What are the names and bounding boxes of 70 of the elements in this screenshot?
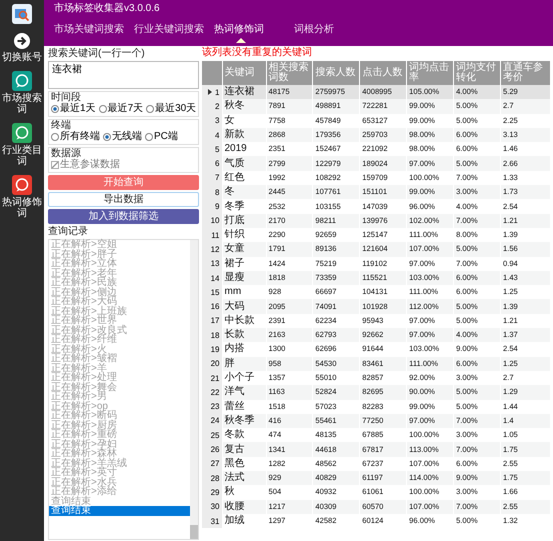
group-label: 搜索关键词(一行一个) [48, 48, 146, 59]
row-number: 16 [202, 299, 222, 314]
sidebar-item[interactable]: 热词修饰词 [1, 197, 43, 219]
row-number: 7 [202, 170, 222, 186]
row-number: 12 [202, 242, 222, 257]
row-number: 5 [202, 142, 222, 156]
row-number: 8 [202, 185, 222, 200]
nav-tab[interactable]: 行业关键词搜索 [134, 23, 214, 43]
radio-option[interactable]: 无线端 [103, 131, 142, 143]
row-number: 20 [202, 356, 222, 371]
scrollbar[interactable] [190, 240, 198, 539]
row-number: 14 [202, 270, 222, 286]
row-number: 15 [202, 285, 222, 300]
radio-icon[interactable] [103, 133, 111, 141]
radio-option[interactable]: PC端 [145, 131, 178, 143]
row-number: 27 [202, 456, 222, 472]
group-label: 数据源 [51, 148, 81, 159]
radio-icon[interactable] [51, 105, 59, 113]
row-pointer-icon [208, 88, 212, 95]
sidebar-item[interactable]: 行业类目词 [1, 145, 43, 167]
row-number: 17 [202, 314, 222, 328]
radio-option[interactable]: 所有终端 [51, 131, 100, 143]
keyword-input-field[interactable]: 连衣裙 [48, 61, 199, 89]
nav-tab[interactable]: 市场关键词搜索 [54, 23, 134, 43]
window-title: 市场标签收集器v3.0.0.6 [54, 3, 160, 15]
notice-text: 该列表没有重复的关键词 [202, 47, 312, 59]
row-number: 24 [202, 414, 222, 428]
group-label: 时间段 [51, 92, 82, 103]
row-number: 2 [202, 99, 222, 114]
radio-icon[interactable] [98, 105, 107, 113]
action-button[interactable]: 导出数据 [48, 192, 199, 207]
radio-option[interactable]: 最近30天 [146, 103, 196, 115]
row-number: 10 [202, 214, 222, 228]
row-number: 4 [202, 128, 222, 142]
row-number: 3 [202, 114, 222, 128]
radio-option[interactable]: 最近7天 [98, 103, 144, 115]
table-cell: 加绒 [222, 514, 266, 528]
row-number: 28 [202, 471, 222, 486]
row-number: 30 [202, 500, 222, 514]
row-number: 18 [202, 328, 222, 342]
arrow-circle-icon [13, 32, 31, 50]
row-number: 9 [202, 199, 222, 214]
nav-tab[interactable]: 词根分析 [294, 23, 374, 43]
corner-header [202, 61, 222, 85]
row-number: 26 [202, 442, 222, 457]
chat-bubble-icon [12, 123, 32, 143]
radio-icon[interactable] [146, 105, 154, 113]
row-number: 13 [202, 256, 222, 271]
row-number: 22 [202, 385, 222, 400]
row-number: 6 [202, 156, 222, 171]
chat-bubble-icon [12, 175, 32, 195]
sidebar-item[interactable]: 市场搜索词 [1, 93, 43, 115]
radio-option[interactable]: 最近1天 [51, 103, 96, 115]
row-number: 23 [202, 400, 222, 414]
row-number: 11 [202, 228, 222, 242]
sidebar-item[interactable]: 切换账号 [1, 52, 43, 63]
row-number: 31 [202, 514, 222, 528]
app-logo-icon [12, 4, 32, 24]
radio-icon[interactable] [145, 133, 153, 141]
nav-tab[interactable]: 热词修饰词 [214, 23, 294, 43]
group-label: 终端 [51, 120, 72, 131]
row-number: 21 [202, 370, 222, 386]
radio-icon[interactable] [51, 133, 59, 141]
chat-bubble-icon [12, 71, 32, 91]
row-number: 25 [202, 428, 222, 442]
row-number: 1 [202, 85, 222, 100]
row-number: 19 [202, 342, 222, 357]
action-button[interactable]: 加入到数据筛选 [48, 209, 199, 224]
row-number: 29 [202, 485, 222, 500]
group-label: 查询记录 [48, 226, 89, 237]
